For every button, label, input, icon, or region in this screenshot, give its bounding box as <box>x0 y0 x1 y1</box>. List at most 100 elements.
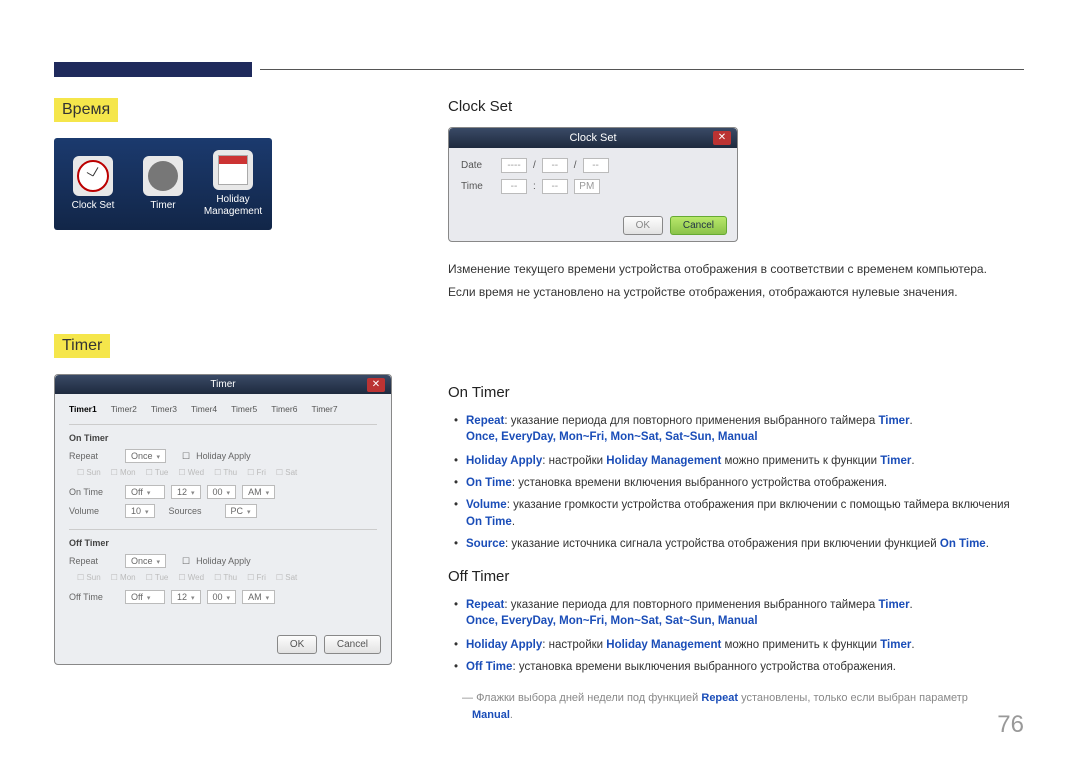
clock-set-dialog-figure: Clock Set ✕ Date ---- / -- / -- Time -- … <box>448 127 738 242</box>
time-field[interactable]: -- <box>542 179 568 194</box>
keyword: On Time <box>940 538 986 550</box>
close-icon[interactable]: ✕ <box>713 131 731 145</box>
hour-select[interactable]: 12 <box>171 485 201 499</box>
volume-select[interactable]: 10 <box>125 504 155 518</box>
heading-clock-set: Clock Set <box>448 98 1028 115</box>
clock-icon <box>73 156 113 196</box>
date-field[interactable]: -- <box>583 158 609 173</box>
field-label: Sources <box>169 506 219 516</box>
list-item: Volume: указание громкости устройства от… <box>448 497 1028 533</box>
text: установлены, только если выбран параметр <box>738 692 968 704</box>
day-check[interactable]: Tue <box>146 468 169 477</box>
keyword: On Time <box>466 477 512 489</box>
ok-button[interactable]: OK <box>623 216 663 235</box>
options-text: Once, EveryDay, Mon~Fri, Mon~Sat, Sat~Su… <box>466 613 1028 631</box>
cancel-button[interactable]: Cancel <box>670 216 727 235</box>
list-item: Holiday Apply: настройки Holiday Managem… <box>448 637 1028 655</box>
heading-on-timer: On Timer <box>448 384 1028 401</box>
section-label-time: Время <box>54 98 118 122</box>
day-check[interactable]: Wed <box>178 573 204 582</box>
tab-timer3[interactable]: Timer3 <box>151 404 177 414</box>
holiday-apply-check[interactable]: Holiday Apply <box>196 556 251 566</box>
keyword: Manual <box>472 709 510 721</box>
text: Флажки выбора дней недели под функцией <box>476 692 701 704</box>
min-select[interactable]: 00 <box>207 485 237 499</box>
keyword: Holiday Apply <box>466 639 542 651</box>
tab-timer6[interactable]: Timer6 <box>271 404 297 414</box>
ampm-field[interactable]: PM <box>574 179 600 194</box>
tab-timer2[interactable]: Timer2 <box>111 404 137 414</box>
text: : указание источника сигнала устройства … <box>505 538 940 550</box>
day-check[interactable]: Mon <box>111 468 136 477</box>
day-check[interactable]: Mon <box>111 573 136 582</box>
day-check[interactable]: Sun <box>77 573 101 582</box>
list-item: Source: указание источника сигнала устро… <box>448 536 1028 554</box>
timer-dialog-figure: Timer ✕ Timer1 Timer2 Timer3 Timer4 Time… <box>54 374 392 665</box>
hour-select[interactable]: 12 <box>171 590 201 604</box>
keyword: Timer <box>880 455 911 467</box>
field-label: Repeat <box>69 451 119 461</box>
heading-off-timer: Off Timer <box>448 568 1028 585</box>
header-rule <box>260 69 1024 70</box>
section-label-timer: Timer <box>54 334 110 358</box>
group-title: On Timer <box>69 433 377 443</box>
day-check[interactable]: Wed <box>178 468 204 477</box>
day-check[interactable]: Thu <box>214 468 237 477</box>
group-title: Off Timer <box>69 538 377 548</box>
day-check[interactable]: Tue <box>146 573 169 582</box>
day-check[interactable]: Fri <box>247 573 266 582</box>
dialog-title-text: Timer <box>210 379 235 390</box>
tab-timer4[interactable]: Timer4 <box>191 404 217 414</box>
tab-timer1[interactable]: Timer1 <box>69 404 97 414</box>
repeat-select[interactable]: Once <box>125 554 166 568</box>
ok-button[interactable]: OK <box>277 635 317 654</box>
date-field[interactable]: -- <box>542 158 568 173</box>
text: : настройки <box>542 455 606 467</box>
cancel-button[interactable]: Cancel <box>324 635 381 654</box>
day-check[interactable]: Sat <box>276 573 297 582</box>
off-time-select[interactable]: Off <box>125 590 165 604</box>
keyword: Timer <box>878 415 909 427</box>
icon-label: Holiday Management <box>198 194 268 218</box>
ampm-select[interactable]: AM <box>242 590 275 604</box>
repeat-select[interactable]: Once <box>125 449 166 463</box>
text: можно применить к функции <box>721 455 880 467</box>
clock-set-dialog-title: Clock Set ✕ <box>449 128 737 148</box>
time-icons-figure: Clock Set Timer Holiday Management <box>54 138 272 230</box>
min-select[interactable]: 00 <box>207 590 237 604</box>
keyword: On Time <box>466 516 512 528</box>
keyword: Source <box>466 538 505 550</box>
close-icon[interactable]: ✕ <box>367 378 385 392</box>
field-label: On Time <box>69 487 119 497</box>
ampm-select[interactable]: AM <box>242 485 275 499</box>
timer-dialog-title: Timer ✕ <box>55 375 391 394</box>
day-check[interactable]: Thu <box>214 573 237 582</box>
tab-timer5[interactable]: Timer5 <box>231 404 257 414</box>
left-column: Время Clock Set Timer Holiday Management… <box>54 98 394 665</box>
on-time-select[interactable]: Off <box>125 485 165 499</box>
list-item: Holiday Apply: настройки Holiday Managem… <box>448 453 1028 471</box>
keyword: Repeat <box>701 692 738 704</box>
tab-timer7[interactable]: Timer7 <box>311 404 337 414</box>
timer-tabs: Timer1 Timer2 Timer3 Timer4 Timer5 Timer… <box>69 404 377 414</box>
keyword: Timer <box>878 599 909 611</box>
off-timer-list: Repeat: указание периода для повторного … <box>448 597 1028 676</box>
field-label: Date <box>461 160 495 171</box>
day-check[interactable]: Sun <box>77 468 101 477</box>
holiday-apply-check[interactable]: Holiday Apply <box>196 451 251 461</box>
field-label: Time <box>461 181 495 192</box>
source-select[interactable]: PC <box>225 504 257 518</box>
keyword: Off Time <box>466 661 512 673</box>
text: : указание периода для повторного примен… <box>504 599 878 611</box>
days-row: Sun Mon Tue Wed Thu Fri Sat <box>69 573 377 582</box>
date-field[interactable]: ---- <box>501 158 527 173</box>
time-field[interactable]: -- <box>501 179 527 194</box>
keyword: Holiday Management <box>606 455 721 467</box>
chapter-bar <box>54 62 252 77</box>
day-check[interactable]: Sat <box>276 468 297 477</box>
on-timer-list: Repeat: указание периода для повторного … <box>448 413 1028 554</box>
day-check[interactable]: Fri <box>247 468 266 477</box>
field-label: Volume <box>69 506 119 516</box>
group-on-timer: On Timer Repeat Once ☐ Holiday Apply Sun… <box>69 424 377 529</box>
icon-cell-timer: Timer <box>128 156 198 212</box>
